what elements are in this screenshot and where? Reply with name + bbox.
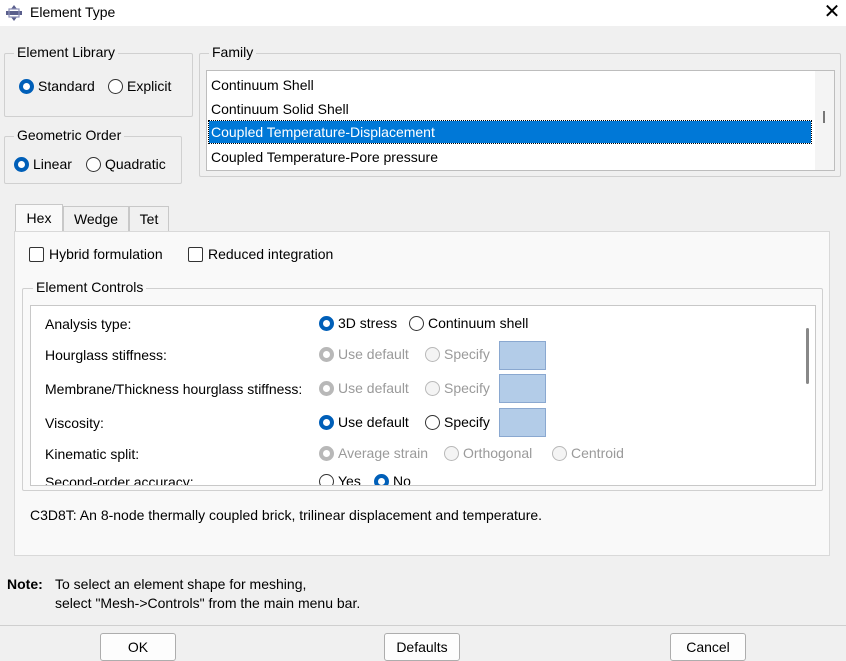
radio-hourglass-default-dot (319, 346, 334, 362)
reduced-integration-checkbox[interactable]: Reduced integration (188, 246, 333, 262)
hybrid-formulation-label: Hybrid formulation (49, 246, 163, 262)
radio-second-order-no[interactable]: No (374, 473, 411, 486)
note-label: Note: (7, 576, 43, 592)
radio-quadratic-dot[interactable] (86, 156, 101, 172)
note-line-2: select "Mesh->Controls" from the main me… (55, 595, 361, 611)
viscosity-swatch[interactable] (499, 408, 546, 437)
radio-3d-stress-label: 3D stress (338, 315, 398, 331)
radio-explicit[interactable]: Explicit (108, 78, 171, 94)
radio-centroid: Centroid (552, 445, 624, 461)
radio-hourglass-default-label: Use default (338, 346, 409, 362)
family-listbox[interactable]: Continuum Shell Continuum Solid Shell Co… (206, 70, 835, 171)
defaults-button[interactable]: Defaults (384, 633, 460, 661)
radio-viscosity-default-dot[interactable] (319, 414, 334, 430)
radio-explicit-dot[interactable] (108, 78, 123, 94)
hybrid-formulation-checkbox[interactable]: Hybrid formulation (29, 246, 163, 262)
radio-orthogonal-label: Orthogonal (463, 445, 533, 461)
radio-hourglass-specify: Specify (425, 346, 490, 362)
radio-membrane-default-label: Use default (338, 380, 409, 396)
app-icon (6, 5, 22, 21)
hourglass-stiffness-swatch (499, 341, 546, 370)
radio-explicit-label: Explicit (127, 78, 172, 94)
analysis-type-label: Analysis type: (45, 316, 132, 332)
element-library-label: Element Library (14, 44, 119, 60)
radio-viscosity-specify[interactable]: Specify (425, 414, 490, 430)
radio-standard[interactable]: Standard (19, 78, 95, 94)
second-order-accuracy-label: Second-order accuracy: (45, 474, 194, 486)
radio-average-strain: Average strain (319, 445, 428, 461)
viscosity-label: Viscosity: (45, 415, 104, 431)
radio-continuum-shell[interactable]: Continuum shell (409, 315, 528, 331)
controls-scrollbar-thumb[interactable] (806, 328, 809, 384)
tab-hex[interactable]: Hex (15, 204, 63, 232)
radio-linear-dot[interactable] (14, 156, 29, 172)
radio-continuum-shell-dot[interactable] (409, 315, 424, 331)
bottom-separator (0, 625, 846, 626)
radio-centroid-label: Centroid (571, 445, 624, 461)
radio-orthogonal-dot (444, 445, 459, 461)
element-description: C3D8T: An 8-node thermally coupled brick… (30, 507, 543, 523)
radio-quadratic-label: Quadratic (105, 156, 166, 172)
radio-viscosity-specify-dot[interactable] (425, 414, 440, 430)
radio-membrane-specify: Specify (425, 380, 490, 396)
radio-average-strain-label: Average strain (338, 445, 429, 461)
cancel-button[interactable]: Cancel (670, 633, 746, 661)
radio-membrane-specify-dot (425, 380, 440, 396)
radio-standard-label: Standard (38, 78, 95, 94)
radio-3d-stress[interactable]: 3D stress (319, 315, 397, 331)
family-item-coupled-temp-pore-pressure[interactable]: Coupled Temperature-Pore pressure (209, 146, 811, 168)
reduced-integration-label: Reduced integration (208, 246, 334, 262)
radio-second-order-yes[interactable]: Yes (319, 473, 361, 486)
membrane-hourglass-label: Membrane/Thickness hourglass stiffness: (45, 381, 303, 397)
element-controls-panel[interactable]: Analysis type: 3D stress Continuum shell… (30, 305, 816, 486)
reduced-integration-box[interactable] (188, 246, 203, 262)
radio-membrane-default: Use default (319, 380, 409, 396)
radio-linear[interactable]: Linear (14, 156, 72, 172)
controls-scrollbar[interactable] (799, 306, 815, 485)
radio-hourglass-specify-label: Specify (444, 346, 490, 362)
close-icon[interactable]: ✕ (820, 1, 844, 25)
window-title: Element Type (30, 4, 116, 20)
radio-viscosity-default[interactable]: Use default (319, 414, 409, 430)
radio-membrane-default-dot (319, 380, 334, 396)
radio-quadratic[interactable]: Quadratic (86, 156, 166, 172)
radio-3d-stress-dot[interactable] (319, 315, 334, 331)
radio-second-order-no-label: No (393, 473, 411, 486)
hybrid-formulation-box[interactable] (29, 246, 44, 262)
radio-second-order-no-dot[interactable] (374, 473, 389, 485)
radio-hourglass-specify-dot (425, 346, 440, 362)
element-controls-label: Element Controls (33, 279, 147, 295)
title-bar (0, 0, 846, 26)
radio-average-strain-dot (319, 445, 334, 461)
hourglass-stiffness-label: Hourglass stiffness: (45, 347, 167, 363)
radio-linear-label: Linear (33, 156, 72, 172)
note-line-1: To select an element shape for meshing, (55, 576, 307, 592)
family-label: Family (209, 44, 257, 60)
radio-second-order-yes-label: Yes (338, 473, 361, 486)
radio-second-order-yes-dot[interactable] (319, 473, 334, 485)
kinematic-split-label: Kinematic split: (45, 446, 140, 462)
radio-membrane-specify-label: Specify (444, 380, 490, 396)
tab-tet[interactable]: Tet (129, 206, 169, 231)
family-item-continuum-solid-shell[interactable]: Continuum Solid Shell (209, 98, 811, 120)
radio-orthogonal: Orthogonal (444, 445, 532, 461)
family-item-continuum-shell[interactable]: Continuum Shell (209, 74, 811, 96)
geometric-order-label: Geometric Order (14, 127, 125, 143)
membrane-hourglass-swatch (499, 374, 546, 403)
ok-button[interactable]: OK (100, 633, 176, 661)
tab-wedge[interactable]: Wedge (63, 206, 129, 231)
family-scrollbar[interactable] (815, 71, 834, 170)
radio-hourglass-default: Use default (319, 346, 409, 362)
family-item-coupled-temp-displacement[interactable]: Coupled Temperature-Displacement (208, 120, 812, 144)
radio-viscosity-default-label: Use default (338, 414, 409, 430)
radio-viscosity-specify-label: Specify (444, 414, 490, 430)
radio-centroid-dot (552, 445, 567, 461)
family-scrollbar-thumb[interactable] (823, 111, 825, 123)
radio-continuum-shell-label: Continuum shell (428, 315, 529, 331)
radio-standard-dot[interactable] (19, 78, 34, 94)
